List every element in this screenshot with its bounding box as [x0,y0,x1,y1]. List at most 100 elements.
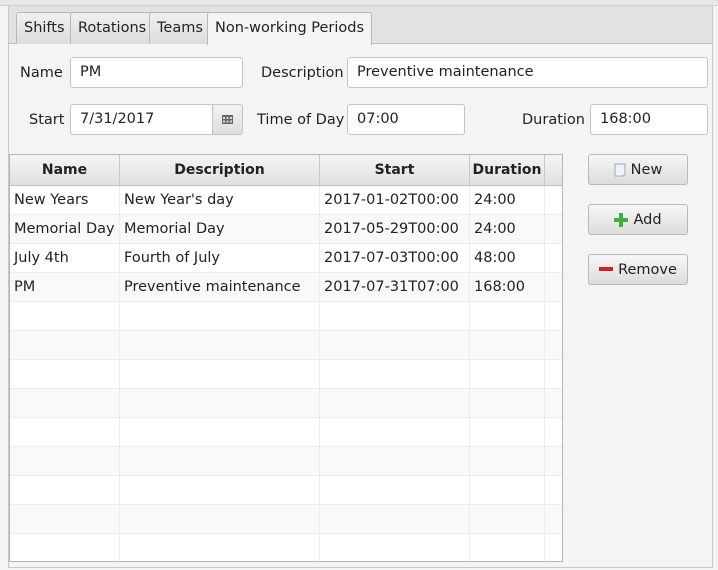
table-cell: Fourth of July [120,244,320,273]
duration-label: Duration [522,112,585,128]
add-button-label: Add [633,211,662,228]
table-cell [545,273,562,302]
table-cell: Memorial Day [120,215,320,244]
table-cell [10,418,120,447]
name-field[interactable]: PM [70,57,243,88]
table-row[interactable]: Memorial Day Memorial Day 2017-05-29T00:00… [10,215,562,244]
table-cell [10,534,120,561]
table-cell: New Years [10,186,120,215]
table-cell: Memorial Day [10,215,120,244]
table-row[interactable] [10,476,562,505]
table-cell: Preventive maintenance [120,273,320,302]
table-row[interactable]: New Years New Year's day 2017-01-02T00:00 2… [10,186,562,215]
table-row[interactable] [10,534,562,561]
add-button[interactable]: Add [588,204,688,235]
table-cell [120,534,320,561]
table-cell [320,476,470,505]
table-cell [320,534,470,561]
table-cell: New Year's day [120,186,320,215]
table-row[interactable] [10,302,562,331]
table-cell [120,389,320,418]
table-cell [470,418,545,447]
table-cell [10,331,120,360]
table-cell [470,505,545,534]
table-cell [320,331,470,360]
table-cell: 2017-01-02T00:00 [320,186,470,215]
table-cell [120,331,320,360]
table-cell: 24:00 [470,186,545,215]
start-date-field[interactable]: 7/31/2017 [70,104,213,135]
table-row[interactable]: PM Preventive maintenance 2017-07-31T07:00… [10,273,562,302]
tab-bar: Shifts Rotations Teams Non-working Perio… [9,6,712,45]
time-of-day-field[interactable]: 07:00 [347,104,465,135]
tab-teams[interactable]: Teams [149,12,211,44]
table-row[interactable] [10,360,562,389]
table-cell [545,389,562,418]
new-button-label: New [630,161,663,178]
table-cell: 2017-07-31T07:00 [320,273,470,302]
table-cell [120,418,320,447]
table-cell [545,418,562,447]
table-cell [545,186,562,215]
new-button[interactable]: New [588,154,688,185]
table-cell [10,302,120,331]
date-picker-button[interactable] [212,104,243,135]
table-cell [320,418,470,447]
tab-non-working-periods[interactable]: Non-working Periods [207,12,373,45]
table-cell [10,360,120,389]
table-cell: 48:00 [470,244,545,273]
table-cell [120,302,320,331]
table-cell [470,447,545,476]
table-cell: PM [10,273,120,302]
table-row[interactable] [10,389,562,418]
table-cell [545,244,562,273]
table-cell [10,476,120,505]
duration-field[interactable]: 168:00 [590,104,708,135]
description-field[interactable]: Preventive maintenance [347,57,708,88]
name-label: Name [20,65,63,81]
remove-button-label: Remove [618,261,677,278]
table-cell: 24:00 [470,215,545,244]
table-row[interactable]: July 4th Fourth of July 2017-07-03T00:00 48… [10,244,562,273]
table-cell [545,302,562,331]
new-document-icon [614,163,626,176]
column-header-name[interactable]: Name [10,155,120,185]
description-label: Description [261,65,344,81]
tab-shifts[interactable]: Shifts [16,12,73,44]
table-cell [470,389,545,418]
table-cell [545,215,562,244]
column-header-start[interactable]: Start [320,155,470,185]
table-row[interactable] [10,331,562,360]
column-header-description[interactable]: Description [120,155,320,185]
table-cell [545,331,562,360]
column-header-duration[interactable]: Duration [470,155,545,185]
table-cell [470,534,545,561]
table-cell [320,360,470,389]
table-cell [320,447,470,476]
table-row[interactable] [10,418,562,447]
table-row[interactable] [10,447,562,476]
table-cell [470,331,545,360]
table-cell [470,302,545,331]
table-cell [120,447,320,476]
table-cell [545,360,562,389]
table-cell [320,389,470,418]
table-cell [10,389,120,418]
table-cell: 168:00 [470,273,545,302]
table-cell [10,505,120,534]
table-cell: 2017-05-29T00:00 [320,215,470,244]
table-cell [545,505,562,534]
table-cell [470,476,545,505]
table-cell [545,447,562,476]
table-cell [545,476,562,505]
remove-button[interactable]: Remove [588,254,688,285]
tab-rotations[interactable]: Rotations [70,12,155,44]
table-row[interactable] [10,505,562,534]
plus-icon [614,212,629,227]
table-cell: 2017-07-03T00:00 [320,244,470,273]
table-cell [120,360,320,389]
time-of-day-label: Time of Day [257,112,345,128]
minus-icon [599,267,614,271]
calendar-icon [222,115,233,124]
periods-table[interactable]: Name Description Start Duration New Year… [9,154,563,562]
